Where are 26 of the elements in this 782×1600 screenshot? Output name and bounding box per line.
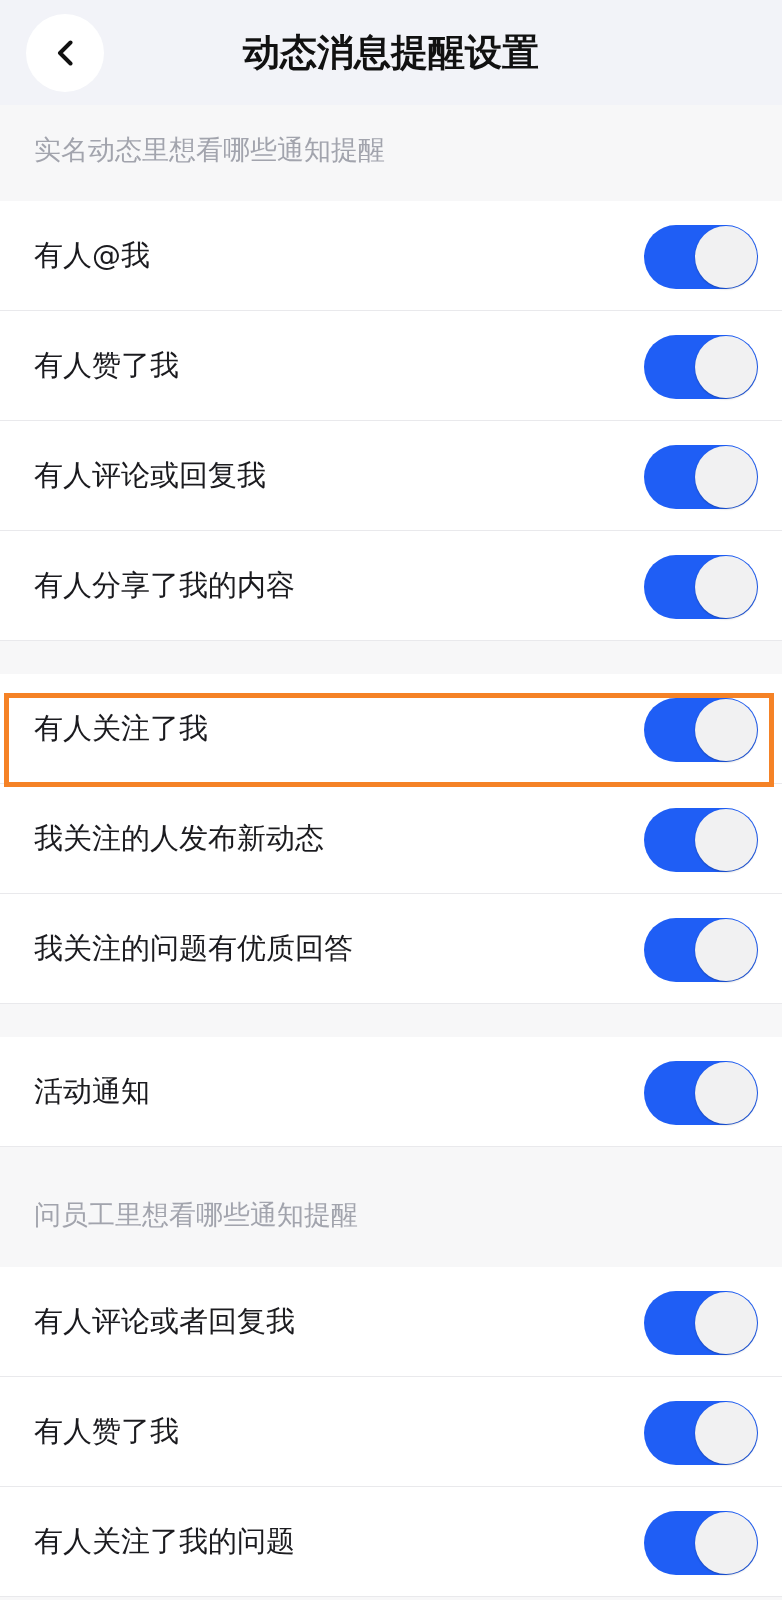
setting-label: 有人赞了我 bbox=[34, 1412, 179, 1450]
section-title: 实名动态里想看哪些通知提醒 bbox=[34, 133, 385, 167]
setting-label: 有人关注了我 bbox=[34, 709, 208, 747]
toggle-switch[interactable] bbox=[644, 698, 758, 762]
setting-label: 有人赞了我 bbox=[34, 346, 179, 384]
setting-label: 有人评论或者回复我 bbox=[34, 1302, 295, 1340]
setting-label: 有人关注了我的问题 bbox=[34, 1522, 295, 1560]
toggle-switch[interactable] bbox=[644, 335, 758, 399]
setting-label: 有人@我 bbox=[34, 236, 150, 274]
setting-label: 有人分享了我的内容 bbox=[34, 566, 295, 604]
toggle-switch[interactable] bbox=[644, 1061, 758, 1125]
section-title: 问员工里想看哪些通知提醒 bbox=[34, 1198, 358, 1232]
toggle-switch[interactable] bbox=[644, 1511, 758, 1575]
toggle-switch[interactable] bbox=[644, 1401, 758, 1465]
back-icon bbox=[57, 39, 73, 66]
toggle-switch[interactable] bbox=[644, 918, 758, 982]
toggle-switch[interactable] bbox=[644, 555, 758, 619]
setting-label: 我关注的问题有优质回答 bbox=[34, 929, 353, 967]
setting-label: 有人评论或回复我 bbox=[34, 456, 266, 494]
toggle-switch[interactable] bbox=[644, 445, 758, 509]
setting-label: 我关注的人发布新动态 bbox=[34, 819, 324, 857]
toggle-switch[interactable] bbox=[644, 225, 758, 289]
toggle-switch[interactable] bbox=[644, 808, 758, 872]
toggle-switch[interactable] bbox=[644, 1291, 758, 1355]
page-title: 动态消息提醒设置 bbox=[243, 29, 539, 76]
setting-label: 活动通知 bbox=[34, 1072, 150, 1110]
